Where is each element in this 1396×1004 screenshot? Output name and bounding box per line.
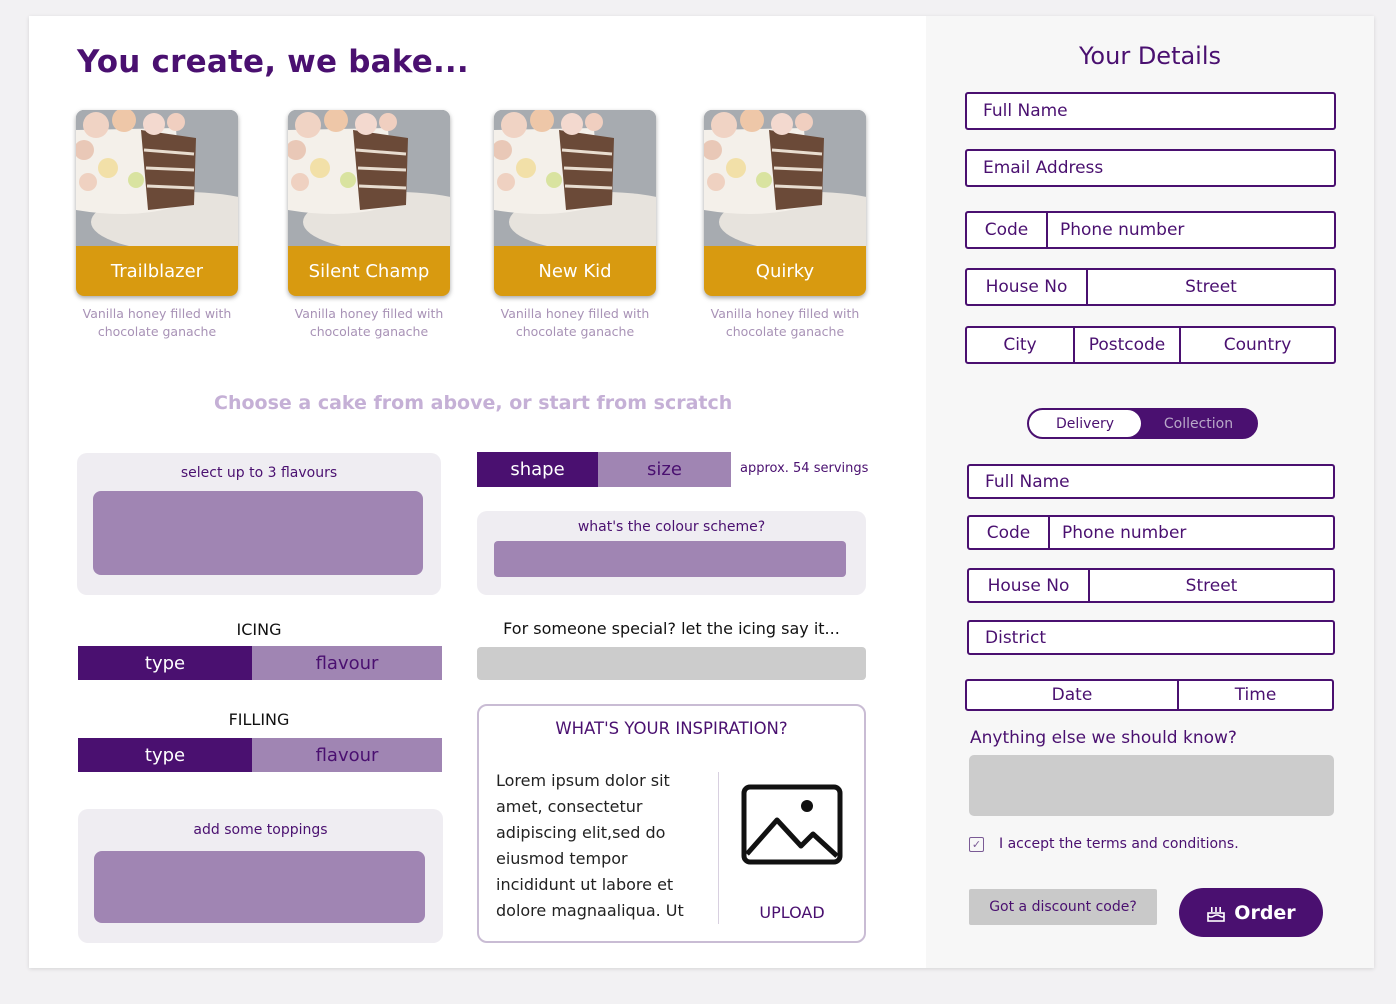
cake-image xyxy=(288,110,450,247)
page-title: You create, we bake... xyxy=(77,44,469,80)
inspiration-heading: WHAT'S YOUR INSPIRATION? xyxy=(555,719,788,738)
message-input[interactable] xyxy=(477,647,866,680)
cake-description: Vanilla honey filled with chocolate gana… xyxy=(294,306,444,339)
filling-flavour-button[interactable]: flavour xyxy=(252,738,442,772)
shape-size-toggle: shape size xyxy=(477,452,731,487)
cake-name: New Kid xyxy=(494,246,656,296)
cake-card[interactable]: Trailblazer xyxy=(76,110,238,296)
notes-label: Anything else we should know? xyxy=(970,728,1237,748)
cake-image xyxy=(494,110,656,247)
city-field[interactable]: City Postcode Country xyxy=(965,326,1336,364)
image-icon[interactable] xyxy=(741,784,843,865)
full-name-placeholder: Full Name xyxy=(983,101,1068,121)
street-input[interactable]: Street xyxy=(1086,270,1334,304)
check-icon: ✓ xyxy=(971,838,982,851)
delivery-collection-toggle: Delivery Collection xyxy=(1027,408,1258,439)
delivery-house-no-input[interactable]: House No xyxy=(969,570,1088,601)
size-button[interactable]: size xyxy=(598,452,731,487)
filling-toggle: type flavour xyxy=(78,738,442,772)
phone-code-input[interactable]: Code xyxy=(967,213,1046,247)
notes-input[interactable] xyxy=(969,755,1334,816)
delivery-phone-code-input[interactable]: Code xyxy=(969,517,1048,548)
flavours-panel: select up to 3 flavours xyxy=(77,453,441,595)
icing-type-button[interactable]: type xyxy=(78,646,252,680)
flavours-dropzone[interactable] xyxy=(93,491,423,575)
icing-toggle: type flavour xyxy=(78,646,442,680)
discount-code-button[interactable]: Got a discount code? xyxy=(969,889,1157,925)
toppings-panel: add some toppings xyxy=(78,809,443,943)
address-field[interactable]: House No Street xyxy=(965,268,1336,306)
cake-description: Vanilla honey filled with chocolate gana… xyxy=(710,306,860,339)
shape-button[interactable]: shape xyxy=(477,452,598,487)
filling-type-button[interactable]: type xyxy=(78,738,252,772)
details-title: Your Details xyxy=(1078,42,1222,70)
cake-name: Silent Champ xyxy=(288,246,450,296)
house-no-label: House No xyxy=(985,277,1068,297)
inspiration-divider xyxy=(718,772,719,924)
cake-card[interactable]: Quirky xyxy=(704,110,866,296)
full-name-field[interactable]: Full Name xyxy=(965,92,1336,130)
delivery-phone-number-input[interactable]: Phone number xyxy=(1048,517,1333,548)
filling-heading: FILLING xyxy=(228,710,290,729)
email-placeholder: Email Address xyxy=(983,158,1104,178)
date-input[interactable]: Date xyxy=(967,681,1177,709)
message-heading: For someone special? let the icing say i… xyxy=(503,619,840,638)
phone-number-input[interactable]: Phone number xyxy=(1046,213,1334,247)
inspiration-panel: WHAT'S YOUR INSPIRATION? Lorem ipsum dol… xyxy=(477,704,866,943)
cake-name: Trailblazer xyxy=(76,246,238,296)
cake-card[interactable]: New Kid xyxy=(494,110,656,296)
terms-checkbox[interactable]: ✓ xyxy=(969,837,984,852)
delivery-phone-field[interactable]: Code Phone number xyxy=(967,515,1335,550)
colour-scheme-panel: what's the colour scheme? xyxy=(477,511,866,595)
email-field[interactable]: Email Address xyxy=(965,149,1336,187)
cake-card[interactable]: Silent Champ xyxy=(288,110,450,296)
toppings-dropzone[interactable] xyxy=(94,851,425,923)
cake-image xyxy=(76,110,238,247)
house-no-input[interactable]: House No xyxy=(967,270,1086,304)
cake-image xyxy=(704,110,866,247)
date-time-field[interactable]: Date Time xyxy=(965,679,1334,711)
delivery-street-input[interactable]: Street xyxy=(1088,570,1333,601)
phone-field[interactable]: Code Phone number xyxy=(965,211,1336,249)
postcode-input[interactable]: Postcode xyxy=(1073,328,1179,362)
icing-heading: ICING xyxy=(236,620,282,639)
servings-text: approx. 54 servings xyxy=(740,461,869,476)
colour-scheme-label: what's the colour scheme? xyxy=(577,519,766,535)
order-button[interactable]: Order xyxy=(1179,888,1323,937)
delivery-address-field[interactable]: House No Street xyxy=(967,568,1335,603)
cake-icon xyxy=(1207,906,1226,922)
district-field[interactable]: District xyxy=(967,620,1335,655)
icing-flavour-button[interactable]: flavour xyxy=(252,646,442,680)
inspiration-text[interactable]: Lorem ipsum dolor sit amet, consectetur … xyxy=(496,768,708,928)
country-input[interactable]: Country xyxy=(1179,328,1334,362)
upload-label[interactable]: UPLOAD xyxy=(731,903,853,922)
city-input[interactable]: City xyxy=(967,328,1073,362)
delivery-full-name-field[interactable]: Full Name xyxy=(967,464,1335,499)
order-label: Order xyxy=(1234,901,1296,924)
flavours-label: select up to 3 flavours xyxy=(180,465,338,481)
colour-scheme-input[interactable] xyxy=(494,541,846,577)
district-placeholder: District xyxy=(985,627,1047,648)
delivery-house-no-label: House No xyxy=(987,575,1070,596)
delivery-full-name-placeholder: Full Name xyxy=(985,471,1070,492)
cake-description: Vanilla honey filled with chocolate gana… xyxy=(500,306,650,339)
choose-prompt: Choose a cake from above, or start from … xyxy=(214,392,733,414)
cake-name: Quirky xyxy=(704,246,866,296)
cake-description: Vanilla honey filled with chocolate gana… xyxy=(82,306,232,339)
toppings-label: add some toppings xyxy=(193,822,328,838)
terms-label: I accept the terms and conditions. xyxy=(999,836,1239,852)
time-input[interactable]: Time xyxy=(1177,681,1332,709)
delivery-option[interactable]: Delivery xyxy=(1029,410,1141,437)
collection-option[interactable]: Collection xyxy=(1141,410,1256,437)
